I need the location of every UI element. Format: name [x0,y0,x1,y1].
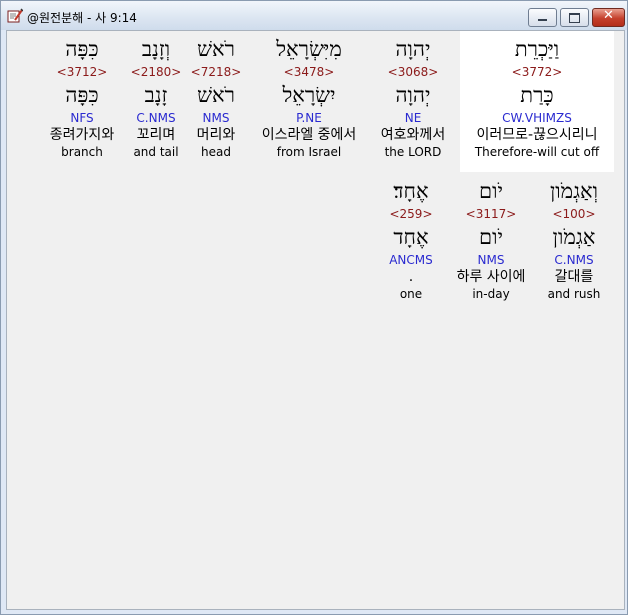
english-gloss: in-day [472,287,510,301]
hebrew-lemma: רֹאשׁ [197,83,235,107]
strong-number[interactable]: <7218> [168,64,264,80]
book-pen-icon [7,8,23,23]
word-cell[interactable]: מִיִּשְׂרָאֵל <3478> יִשְׂרָאֵל P.NE 이스라… [254,34,364,160]
strong-number[interactable]: <3772> [460,64,614,80]
korean-gloss: 갈대를 [554,269,594,285]
hebrew-lemma: אַגְמֹון [552,225,596,249]
app-window: @원전분해 - 사 9:14 ✕ כִּפָּה <3712> כִּפָּה … [0,0,628,615]
hebrew-lemma: יִשְׂרָאֵל [282,83,336,107]
strong-number[interactable]: <3117> [443,206,539,222]
verse-analysis-panel: כִּפָּה <3712> כִּפָּה NFS 종려가지와 branch … [6,30,625,610]
word-cell[interactable]: יֹום <3117> יֹום NMS 하루 사이에 in-day [443,176,539,302]
english-gloss: the LORD [384,145,442,159]
close-button[interactable]: ✕ [592,8,625,27]
english-gloss: Therefore-will cut off [474,145,600,159]
morphology-code: C.NMS [554,253,594,267]
hebrew-lemma: כָּרַת [520,83,554,107]
strong-number[interactable]: <3478> [254,64,364,80]
hebrew-word: יְהוָה [395,37,431,61]
hebrew-lemma: יֹום [479,225,503,249]
korean-gloss: 머리와 [196,127,236,143]
hebrew-word: וְאַגְמֹון [549,179,599,203]
hebrew-word: מִיִּשְׂרָאֵל [276,37,342,61]
hebrew-word: וַיַּכְרֵת [514,37,560,61]
korean-gloss: 여호와께서 [380,127,446,143]
hebrew-word: יֹום [479,179,503,203]
window-title: @원전분해 - 사 9:14 [27,11,137,25]
morphology-code: NMS [202,111,230,125]
word-cell[interactable]: יְהוָה <3068> יְהוָה NE 여호와께서 the LORD [365,34,461,160]
hebrew-lemma: יְהוָה [395,83,431,107]
maximize-button[interactable] [560,8,589,27]
morphology-code: P.NE [296,111,322,125]
word-cell-selected[interactable]: וַיַּכְרֵת <3772> כָּרַת CW.VHIMZS 이러므로-… [460,34,614,160]
close-icon: ✕ [603,8,614,23]
word-cell[interactable]: וְאַגְמֹון <100> אַגְמֹון C.NMS 갈대를 and … [526,176,622,302]
strong-number[interactable]: <3068> [365,64,461,80]
korean-gloss: 이러므로-끊으시리니 [476,127,598,143]
english-gloss: and rush [547,287,601,301]
morphology-code: NMS [477,253,505,267]
word-cell[interactable]: רֹאשׁ <7218> רֹאשׁ NMS 머리와 head [168,34,264,160]
korean-gloss: 하루 사이에 [456,269,526,285]
minimize-button[interactable] [528,8,557,27]
english-gloss: from Israel [276,145,342,159]
morphology-code: NE [404,111,422,125]
title-bar[interactable]: @원전분해 - 사 9:14 ✕ [1,1,627,30]
strong-number[interactable]: <100> [526,206,622,222]
hebrew-word: רֹאשׁ [197,37,235,61]
morphology-code: CW.VHIMZS [502,111,572,125]
maximize-icon [569,13,580,23]
minimize-icon [538,19,547,21]
english-gloss: head [201,145,231,159]
korean-gloss: 이스라엘 중에서 [261,127,357,143]
